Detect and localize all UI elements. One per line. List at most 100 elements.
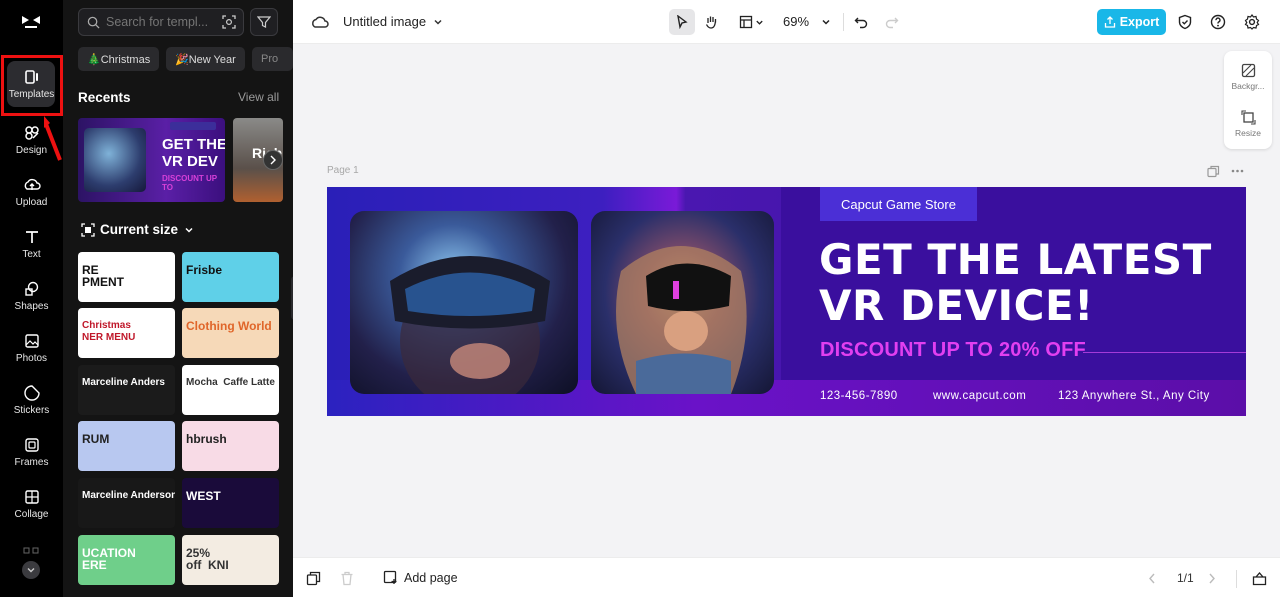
duplicate-page-icon[interactable] [1207,165,1220,178]
template-thumbnail[interactable]: UCATION ERE [78,535,175,585]
upload-icon [24,178,41,190]
search-input[interactable] [106,15,216,29]
rail-item-photos[interactable]: Photos [0,323,63,373]
more-options-icon[interactable] [1231,169,1244,173]
rail-label: Shapes [14,301,49,312]
banner-address[interactable]: 123 Anywhere St., Any City [1058,390,1210,402]
hand-tool-button[interactable] [699,9,725,35]
undo-button[interactable] [848,9,874,35]
layout-menu-button[interactable] [733,9,769,35]
chip-christmas[interactable]: 🎄Christmas [78,47,160,71]
view-all-link[interactable]: View all [238,90,279,104]
recents-next-button[interactable] [263,150,283,170]
annotation-arrow-icon [44,116,62,161]
chip-pro[interactable]: Pro [252,47,293,71]
export-label: Export [1119,15,1160,29]
filter-button[interactable] [250,8,278,36]
template-thumbnail-text: UCATION ERE [82,546,136,572]
template-thumbnail[interactable]: RUM [78,421,175,471]
layers-icon[interactable] [306,571,321,586]
shield-icon [1178,14,1192,30]
template-thumbnail-text: Clothing World [186,319,272,333]
template-thumbnail-text: 25% off KNI [186,546,229,572]
more-tools-button[interactable] [22,561,40,579]
background-label: Backgr... [1231,81,1265,91]
current-size-dropdown[interactable]: Current size [81,222,194,237]
template-thumbnail-text: RE PMENT [82,263,124,289]
chevron-down-icon[interactable] [433,17,443,27]
template-thumbnail[interactable]: Marceline Anderson [78,478,175,528]
template-thumbnail[interactable]: Mocha Caffe Latte [182,365,279,415]
shield-button[interactable] [1172,9,1198,35]
template-thumbnail[interactable]: 25% off KNI [182,535,279,585]
chevron-left-icon[interactable] [1148,573,1156,584]
templates-panel: 🎄Christmas 🎉New Year Pro Recents View al… [63,0,293,597]
template-thumbnail[interactable]: Christmas NER MENU [78,308,175,358]
page-manager-icon[interactable] [1252,571,1267,586]
text-icon [25,231,38,243]
stickers-icon [23,385,40,401]
redo-button[interactable] [879,9,905,35]
zoom-level[interactable]: 69% [783,14,809,29]
vr-thumbnail-photo [84,128,146,192]
banner-website[interactable]: www.capcut.com [933,390,1026,402]
help-icon [1210,14,1226,30]
annotation-highlight-box [1,55,63,116]
capcut-logo-icon[interactable] [19,10,43,34]
add-page-label: Add page [404,570,458,585]
help-button[interactable] [1205,9,1231,35]
canvas-area[interactable]: Backgr... Resize Page 1 Capcut Game Stor… [293,45,1280,557]
template-thumbnail[interactable]: hbrush [182,421,279,471]
rail-label: Text [22,249,41,260]
trash-icon[interactable] [340,571,354,586]
template-thumbnail[interactable]: Marceline Anders [78,365,175,415]
rail-label: Frames [14,457,49,468]
rail-item-stickers[interactable]: Stickers [0,375,63,425]
banner-headline[interactable]: GET THE LATEST VR DEVICE! [819,237,1212,329]
rail-item-collage[interactable]: Collage [0,479,63,529]
rail-item-frames[interactable]: Frames [0,427,63,477]
template-search[interactable] [78,8,244,36]
document-title[interactable]: Untitled image [343,14,426,29]
chevron-down-icon[interactable] [821,17,831,27]
rail-label: Collage [14,509,49,520]
recent-template-title: GET THE VR DEV [162,136,225,170]
rail-label: Stickers [13,405,50,416]
rail-item-upload[interactable]: Upload [0,167,63,217]
recent-template-vr[interactable]: GET THE VR DEV DISCOUNT UP TO [78,118,225,202]
template-thumbnail[interactable]: Clothing World [182,308,279,358]
store-tag[interactable]: Capcut Game Store [820,187,977,221]
collage-icon [24,490,39,504]
select-tool-button[interactable] [669,9,695,35]
vr-woman-photo-2[interactable] [591,211,774,394]
add-page-button[interactable]: Add page [383,570,458,585]
page-counter: 1/1 [1177,571,1194,585]
template-thumbnail[interactable]: RE PMENT [78,252,175,302]
settings-button[interactable] [1239,9,1265,35]
template-thumbnail[interactable]: Frisbe [182,252,279,302]
vr-banner-design[interactable]: Capcut Game Store GET THE LATEST VR DEVI… [327,187,1246,416]
chip-new-year[interactable]: 🎉New Year [166,47,245,71]
cloud-sync-icon[interactable] [311,13,329,31]
page-label: Page 1 [327,165,359,176]
template-thumbnail[interactable]: WEST [182,478,279,528]
vr-woman-photo-1[interactable] [350,211,578,394]
export-button[interactable]: Export [1097,9,1166,35]
chevron-right-icon[interactable] [1208,573,1216,584]
layout-icon [739,15,752,29]
add-page-icon [383,570,397,584]
bottom-divider [1236,570,1237,588]
resize-tool[interactable]: Resize [1224,102,1272,146]
photos-icon [24,334,39,348]
rail-item-text[interactable]: Text [0,219,63,269]
background-tool[interactable]: Backgr... [1224,55,1272,99]
discount-rule [1083,352,1246,353]
template-thumbnail-text: Marceline Anderson [82,490,175,501]
chevron-down-icon [185,227,193,233]
image-search-icon[interactable] [221,14,237,30]
rail-item-shapes[interactable]: Shapes [0,271,63,321]
banner-discount[interactable]: DISCOUNT UP TO 20% OFF [820,339,1086,362]
banner-phone[interactable]: 123-456-7890 [820,390,898,402]
rail-label: Photos [15,353,48,364]
chevron-down-icon [27,568,35,573]
